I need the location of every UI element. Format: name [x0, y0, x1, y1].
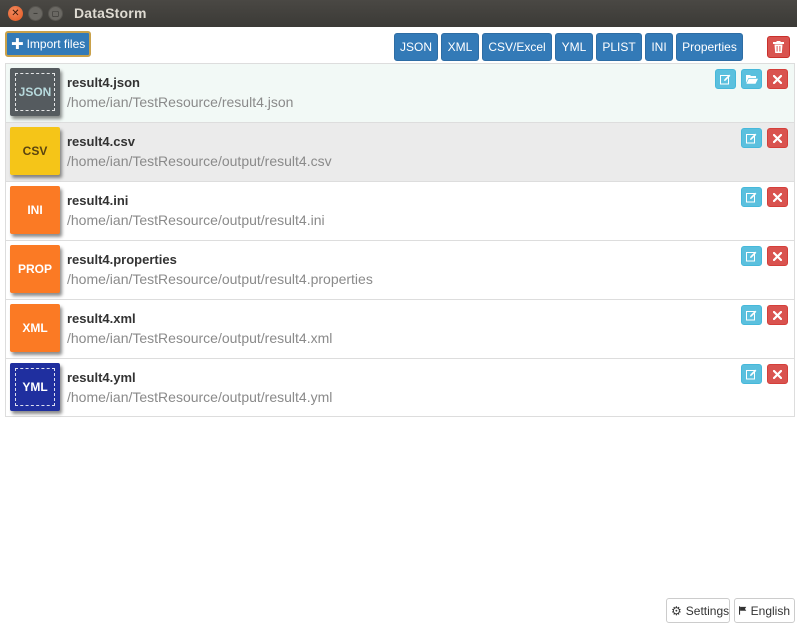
edit-button[interactable]	[741, 128, 762, 148]
close-icon	[773, 369, 782, 379]
format-button-plist[interactable]: PLIST	[596, 33, 642, 61]
settings-label: Settings	[685, 603, 730, 618]
remove-file-button[interactable]	[767, 305, 788, 325]
trash-icon	[773, 41, 784, 53]
file-type-label: CSV	[22, 144, 48, 158]
file-type-badge: CSV	[10, 127, 60, 175]
edit-button[interactable]	[741, 364, 762, 384]
folder-open-icon	[745, 75, 758, 84]
format-button-properties[interactable]: Properties	[676, 33, 743, 61]
edit-icon	[746, 310, 757, 320]
plus-icon: ✚	[11, 35, 24, 53]
window-maximize-button[interactable]: ▢	[48, 6, 63, 21]
file-row[interactable]: XML result4.xml /home/ian/TestResource/o…	[6, 300, 794, 359]
close-icon	[773, 192, 782, 202]
file-list: JSON result4.json /home/ian/TestResource…	[5, 63, 795, 417]
file-path: /home/ian/TestResource/output/result4.pr…	[67, 271, 373, 287]
file-path: /home/ian/TestResource/result4.json	[67, 94, 294, 110]
edit-button[interactable]	[715, 69, 736, 89]
file-path: /home/ian/TestResource/output/result4.ym…	[67, 389, 333, 405]
remove-file-button[interactable]	[767, 187, 788, 207]
file-type-label: XML	[22, 321, 48, 335]
file-type-badge: JSON	[10, 68, 60, 116]
edit-icon	[746, 192, 757, 202]
file-path: /home/ian/TestResource/output/result4.cs…	[67, 153, 332, 169]
edit-icon	[746, 251, 757, 261]
remove-file-button[interactable]	[767, 128, 788, 148]
file-name: result4.xml	[67, 311, 136, 326]
maximize-icon: ▢	[51, 8, 60, 18]
close-icon	[773, 74, 782, 84]
edit-icon	[746, 369, 757, 379]
clear-all-button[interactable]	[767, 36, 790, 58]
file-row[interactable]: INI result4.ini /home/ian/TestResource/o…	[6, 182, 794, 241]
format-button-json[interactable]: JSON	[394, 33, 438, 61]
edit-icon	[720, 74, 731, 84]
file-type-badge: YML	[10, 363, 60, 411]
file-name: result4.csv	[67, 134, 135, 149]
format-button-xml[interactable]: XML	[441, 33, 479, 61]
gear-icon: ⚙	[671, 603, 682, 618]
remove-file-button[interactable]	[767, 246, 788, 266]
file-path: /home/ian/TestResource/output/result4.xm…	[67, 330, 333, 346]
close-icon: ✕	[11, 7, 20, 19]
remove-file-button[interactable]	[767, 69, 788, 89]
file-row[interactable]: PROP result4.properties /home/ian/TestRe…	[6, 241, 794, 300]
file-row[interactable]: JSON result4.json /home/ian/TestResource…	[6, 64, 794, 123]
open-folder-button[interactable]	[741, 69, 762, 89]
file-type-badge: INI	[10, 186, 60, 234]
edit-button[interactable]	[741, 305, 762, 325]
close-icon	[773, 310, 782, 320]
window-close-button[interactable]: ✕	[8, 6, 23, 21]
file-type-badge: XML	[10, 304, 60, 352]
edit-button[interactable]	[741, 246, 762, 266]
language-button[interactable]: English	[734, 598, 795, 623]
remove-file-button[interactable]	[767, 364, 788, 384]
file-path: /home/ian/TestResource/output/result4.in…	[67, 212, 325, 228]
format-button-yml[interactable]: YML	[555, 33, 593, 61]
close-icon	[773, 251, 782, 261]
title-bar: ✕ – ▢ DataStorm	[0, 0, 797, 27]
file-name: result4.yml	[67, 370, 136, 385]
import-files-label: Import files	[26, 37, 86, 51]
minimize-icon: –	[33, 7, 38, 19]
edit-button[interactable]	[741, 187, 762, 207]
file-type-badge: PROP	[10, 245, 60, 293]
file-row[interactable]: CSV result4.csv /home/ian/TestResource/o…	[6, 123, 794, 182]
close-icon	[773, 133, 782, 143]
format-button-csv-excel[interactable]: CSV/Excel	[482, 33, 552, 61]
file-type-label: INI	[27, 203, 43, 217]
import-files-button[interactable]: ✚ Import files	[5, 31, 92, 57]
window-title: DataStorm	[74, 5, 147, 21]
settings-button[interactable]: ⚙ Settings	[666, 598, 730, 623]
file-name: result4.json	[67, 75, 140, 90]
file-row[interactable]: YML result4.yml /home/ian/TestResource/o…	[6, 359, 794, 418]
edit-icon	[746, 133, 757, 143]
window-minimize-button[interactable]: –	[28, 6, 43, 21]
flag-icon	[739, 606, 747, 615]
file-type-label: PROP	[17, 262, 52, 276]
language-label: English	[750, 603, 790, 618]
file-name: result4.ini	[67, 193, 129, 208]
format-button-ini[interactable]: INI	[645, 33, 673, 61]
file-name: result4.properties	[67, 252, 177, 267]
